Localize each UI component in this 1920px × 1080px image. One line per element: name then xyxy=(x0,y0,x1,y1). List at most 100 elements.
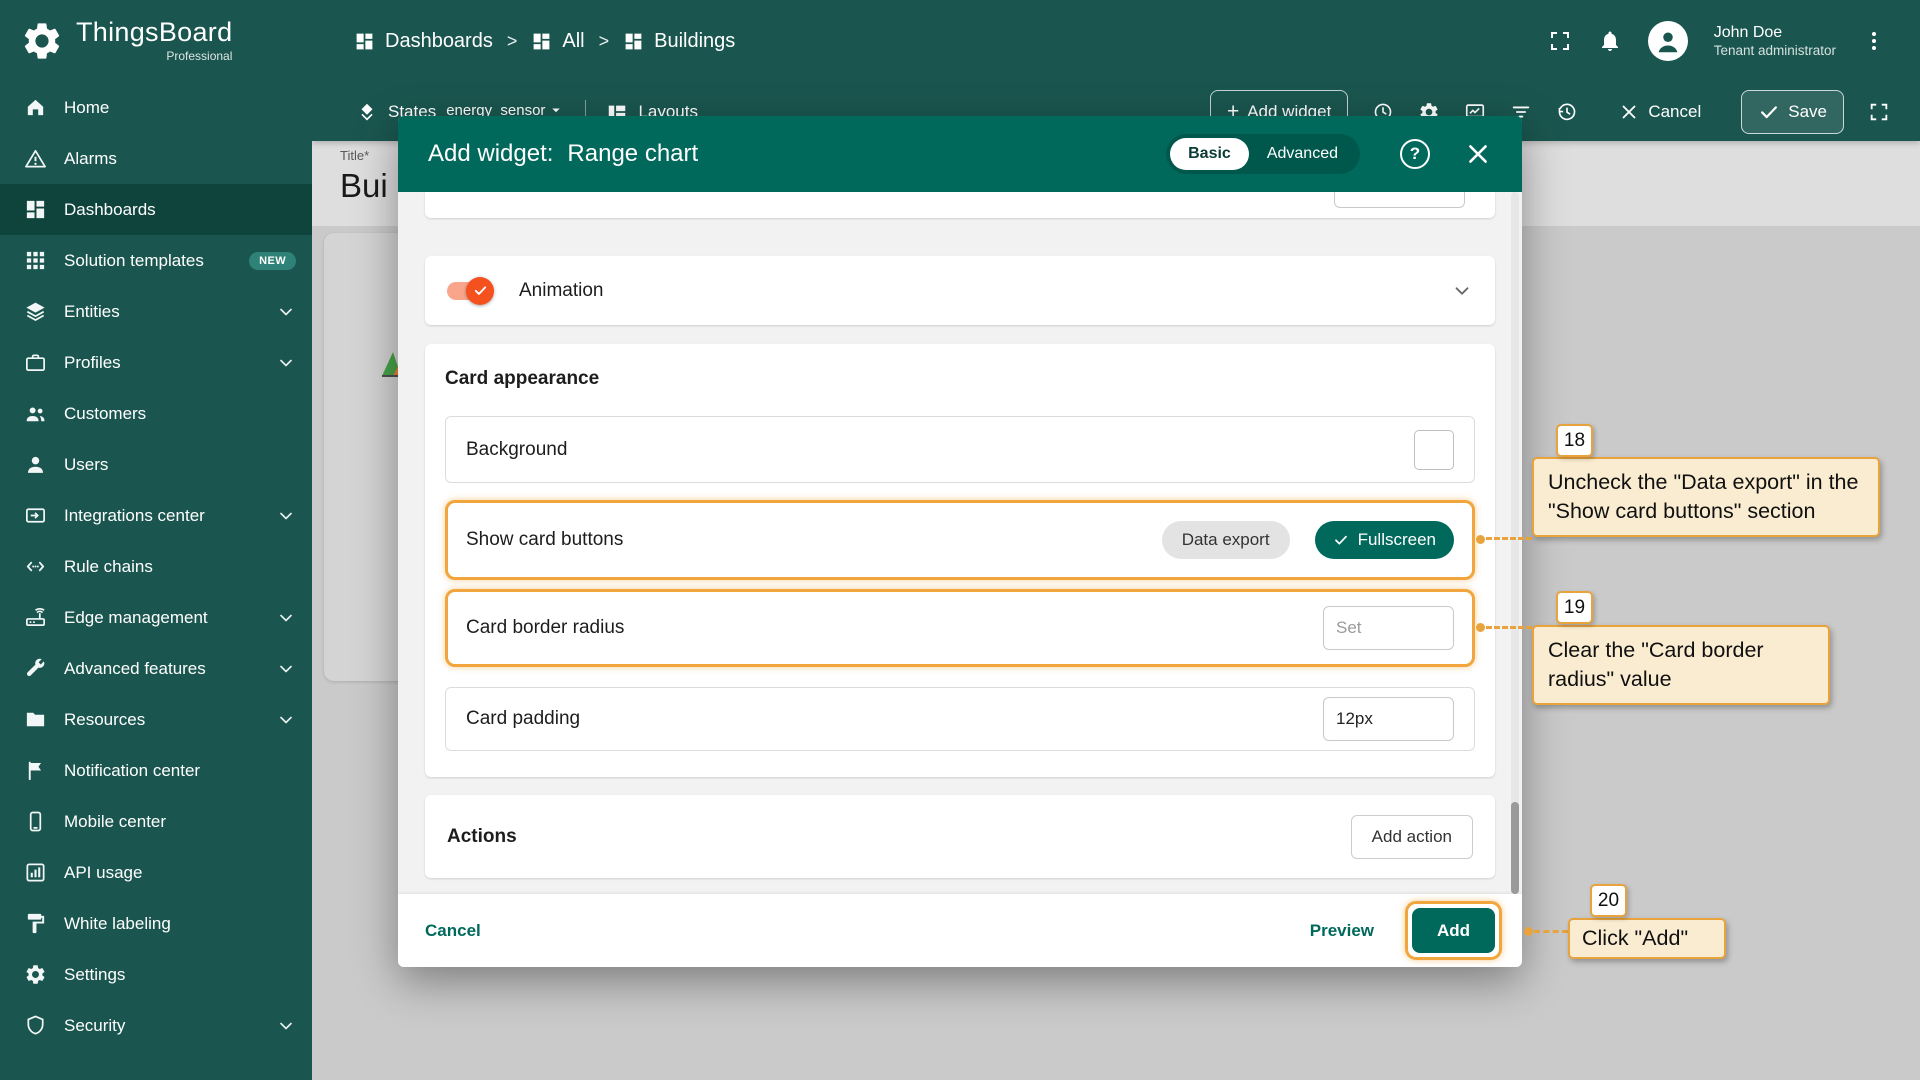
card-padding-input[interactable] xyxy=(1323,697,1454,741)
card-border-radius-input[interactable] xyxy=(1323,606,1454,650)
chevron-down-icon[interactable] xyxy=(1451,280,1473,302)
thingsboard-app: ThingsBoard Professional Home Alarms Das… xyxy=(0,0,1920,1080)
check-icon xyxy=(473,283,488,298)
thingsboard-logo-icon xyxy=(20,19,64,63)
edge-management-icon xyxy=(24,606,47,629)
top-bar: Dashboards > All > Buildings John Doe Te… xyxy=(312,0,1920,82)
help-button[interactable]: ? xyxy=(1400,139,1430,169)
version-history-icon[interactable] xyxy=(1556,101,1578,123)
chevron-down-icon xyxy=(276,659,296,679)
breadcrumb-buildings[interactable]: Buildings xyxy=(623,30,735,53)
sidebar-item-api-usage[interactable]: API usage xyxy=(0,847,312,898)
step-badge-20: 20 xyxy=(1590,884,1627,917)
profiles-icon xyxy=(24,351,47,374)
check-icon xyxy=(1758,101,1780,123)
sidebar-item-dashboards[interactable]: Dashboards xyxy=(0,184,312,235)
sidebar-nav: Home Alarms Dashboards Solution template… xyxy=(0,82,312,1051)
security-shield-icon xyxy=(24,1014,47,1037)
sidebar-item-advanced-features[interactable]: Advanced features xyxy=(0,643,312,694)
toggle-knob xyxy=(466,277,494,305)
animation-toggle[interactable] xyxy=(447,282,491,300)
sidebar-item-security[interactable]: Security xyxy=(0,1000,312,1051)
dashboards-icon xyxy=(24,198,47,221)
partial-input[interactable] xyxy=(1334,192,1465,208)
sidebar-item-label: Edge management xyxy=(64,608,208,628)
sidebar-item-label: Settings xyxy=(64,965,125,985)
sidebar-item-users[interactable]: Users xyxy=(0,439,312,490)
sidebar-item-resources[interactable]: Resources xyxy=(0,694,312,745)
connector-dot-18 xyxy=(1476,535,1485,544)
close-x-icon xyxy=(1618,101,1640,123)
sidebar-item-label: Dashboards xyxy=(64,200,156,220)
dashboards-icon xyxy=(623,31,644,52)
breadcrumb-dashboards[interactable]: Dashboards xyxy=(354,30,493,53)
show-card-buttons-label: Show card buttons xyxy=(466,529,623,551)
step-callout-18: Uncheck the "Data export" in the "Show c… xyxy=(1532,457,1880,537)
app-edition: Professional xyxy=(76,49,232,63)
sidebar-item-customers[interactable]: Customers xyxy=(0,388,312,439)
app-name: ThingsBoard xyxy=(76,19,232,46)
sidebar-item-white-labeling[interactable]: White labeling xyxy=(0,898,312,949)
connector-dot-19 xyxy=(1476,623,1485,632)
dialog-scrollbar-thumb[interactable] xyxy=(1511,802,1519,894)
breadcrumb-all[interactable]: All xyxy=(531,30,584,53)
fullscreen-chip[interactable]: Fullscreen xyxy=(1315,521,1454,559)
sidebar-item-edge-management[interactable]: Edge management xyxy=(0,592,312,643)
background-label: Background xyxy=(466,439,567,461)
dialog-footer: Cancel Preview Add xyxy=(398,894,1522,967)
dialog-cancel-button[interactable]: Cancel xyxy=(425,921,481,941)
settings-gear-icon xyxy=(24,963,47,986)
save-label: Save xyxy=(1788,102,1827,122)
breadcrumb-label: Dashboards xyxy=(385,30,493,53)
sidebar-item-label: Integrations center xyxy=(64,506,205,526)
customers-icon xyxy=(24,402,47,425)
sidebar: ThingsBoard Professional Home Alarms Das… xyxy=(0,0,312,1080)
close-dialog-icon[interactable] xyxy=(1464,140,1492,168)
notifications-bell-icon[interactable] xyxy=(1598,29,1622,53)
sidebar-item-mobile-center[interactable]: Mobile center xyxy=(0,796,312,847)
expand-fullscreen-icon[interactable] xyxy=(1868,101,1890,123)
sidebar-item-settings[interactable]: Settings xyxy=(0,949,312,1000)
more-vert-icon[interactable] xyxy=(1862,29,1886,53)
sidebar-item-solution-templates[interactable]: Solution templates NEW xyxy=(0,235,312,286)
sidebar-item-label: API usage xyxy=(64,863,142,883)
entities-icon xyxy=(24,300,47,323)
save-button[interactable]: Save xyxy=(1741,90,1844,134)
cancel-edit-button[interactable]: Cancel xyxy=(1602,91,1717,133)
add-action-button[interactable]: Add action xyxy=(1351,815,1473,859)
sidebar-item-home[interactable]: Home xyxy=(0,82,312,133)
user-avatar[interactable] xyxy=(1648,21,1688,61)
sidebar-item-integrations-center[interactable]: Integrations center xyxy=(0,490,312,541)
sidebar-item-label: Alarms xyxy=(64,149,117,169)
step-badge-19: 19 xyxy=(1556,591,1593,624)
preview-button[interactable]: Preview xyxy=(1310,921,1374,941)
chevron-down-icon xyxy=(276,353,296,373)
sidebar-item-alarms[interactable]: Alarms xyxy=(0,133,312,184)
connector-line-18 xyxy=(1486,537,1532,540)
chevron-down-icon xyxy=(276,608,296,628)
sidebar-item-label: Customers xyxy=(64,404,146,424)
animation-section: Animation xyxy=(425,256,1495,325)
step-badge-18: 18 xyxy=(1556,424,1593,457)
fullscreen-icon[interactable] xyxy=(1548,29,1572,53)
sidebar-item-profiles[interactable]: Profiles xyxy=(0,337,312,388)
logo[interactable]: ThingsBoard Professional xyxy=(0,0,312,82)
check-icon xyxy=(1333,532,1349,548)
sidebar-item-entities[interactable]: Entities xyxy=(0,286,312,337)
sidebar-item-label: Profiles xyxy=(64,353,121,373)
tab-basic[interactable]: Basic xyxy=(1170,138,1249,170)
new-badge: NEW xyxy=(249,252,296,270)
sidebar-item-notification-center[interactable]: Notification center xyxy=(0,745,312,796)
connector-line-20 xyxy=(1534,930,1568,933)
avatar-person-icon xyxy=(1653,26,1683,56)
users-icon xyxy=(24,453,47,476)
rule-chains-icon xyxy=(24,555,47,578)
add-button[interactable]: Add xyxy=(1412,908,1495,953)
data-export-chip[interactable]: Data export xyxy=(1162,521,1290,559)
sidebar-item-rule-chains[interactable]: Rule chains xyxy=(0,541,312,592)
tab-advanced[interactable]: Advanced xyxy=(1249,138,1356,170)
sidebar-item-label: Entities xyxy=(64,302,120,322)
user-info[interactable]: John Doe Tenant administrator xyxy=(1714,23,1836,60)
background-color-swatch[interactable] xyxy=(1414,430,1454,470)
card-border-radius-label: Card border radius xyxy=(466,617,624,639)
